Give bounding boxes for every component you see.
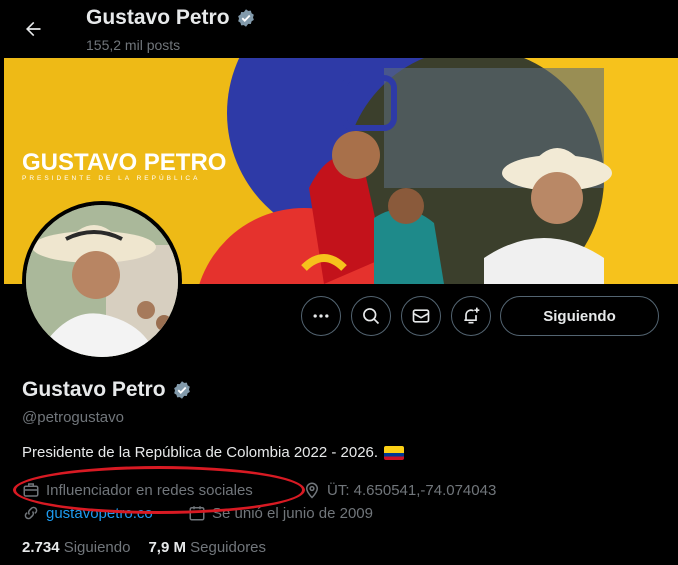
following-button[interactable]: Siguiendo: [500, 296, 659, 336]
notifications-button[interactable]: [451, 296, 491, 336]
search-icon: [363, 308, 380, 325]
profile-name-row: Gustavo Petro: [22, 378, 192, 402]
arrow-left-icon: [26, 21, 41, 37]
followers-stat[interactable]: 7,9 M Seguidores: [148, 539, 266, 556]
link-icon: [24, 506, 38, 520]
profile-location: ÜT: 4.650541,-74.074043: [303, 481, 496, 499]
profile-name: Gustavo Petro: [22, 378, 166, 401]
category-text: Influenciador en redes sociales: [46, 481, 253, 499]
location-pin-icon: [305, 482, 319, 499]
calendar-icon: [189, 506, 205, 521]
posts-count: 155,2 mil posts: [86, 37, 181, 53]
envelope-icon: [412, 309, 430, 323]
followers-count: 7,9 M: [148, 539, 186, 556]
avatar[interactable]: [22, 201, 182, 361]
bio-text: Presidente de la República de Colombia 2…: [22, 444, 379, 461]
briefcase-icon: [23, 483, 39, 497]
more-dots-icon: [313, 314, 329, 318]
search-button[interactable]: [351, 296, 391, 336]
banner-brand-title: GUSTAVO PETRO: [22, 149, 226, 176]
followers-label: Seguidores: [190, 539, 267, 556]
location-text: ÜT: 4.650541,-74.074043: [327, 481, 497, 499]
header-name: Gustavo Petro: [86, 6, 230, 29]
more-options-button[interactable]: [301, 296, 341, 336]
profile-handle: @petrogustavo: [22, 409, 124, 426]
profile-bio: Presidente de la República de Colombia 2…: [22, 444, 405, 461]
header-title: Gustavo Petro: [86, 6, 256, 30]
profile-stats: 2.734 Siguiendo 7,9 M Seguidores: [22, 539, 266, 556]
verified-badge-icon[interactable]: [236, 8, 256, 28]
banner-brand-subtitle: PRESIDENTE DE LA REPÚBLICA: [22, 173, 200, 182]
avatar-image: [26, 205, 178, 357]
top-header: Gustavo Petro 155,2 mil posts: [0, 0, 678, 58]
following-stat[interactable]: 2.734 Siguiendo: [22, 539, 130, 556]
bell-plus-icon: [464, 307, 480, 324]
profile-website: gustavopetro.co: [22, 504, 153, 522]
back-button[interactable]: [14, 10, 52, 48]
joined-text: Se unió el junio de 2009: [212, 504, 373, 522]
message-button[interactable]: [401, 296, 441, 336]
profile-joined: Se unió el junio de 2009: [188, 504, 373, 522]
following-label: Siguiendo: [63, 539, 131, 556]
website-link[interactable]: gustavopetro.co: [46, 505, 153, 522]
profile-category: Influenciador en redes sociales: [22, 481, 253, 499]
verified-badge-icon[interactable]: [172, 380, 192, 400]
colombia-flag-icon: [384, 445, 405, 460]
following-count: 2.734: [22, 539, 60, 556]
